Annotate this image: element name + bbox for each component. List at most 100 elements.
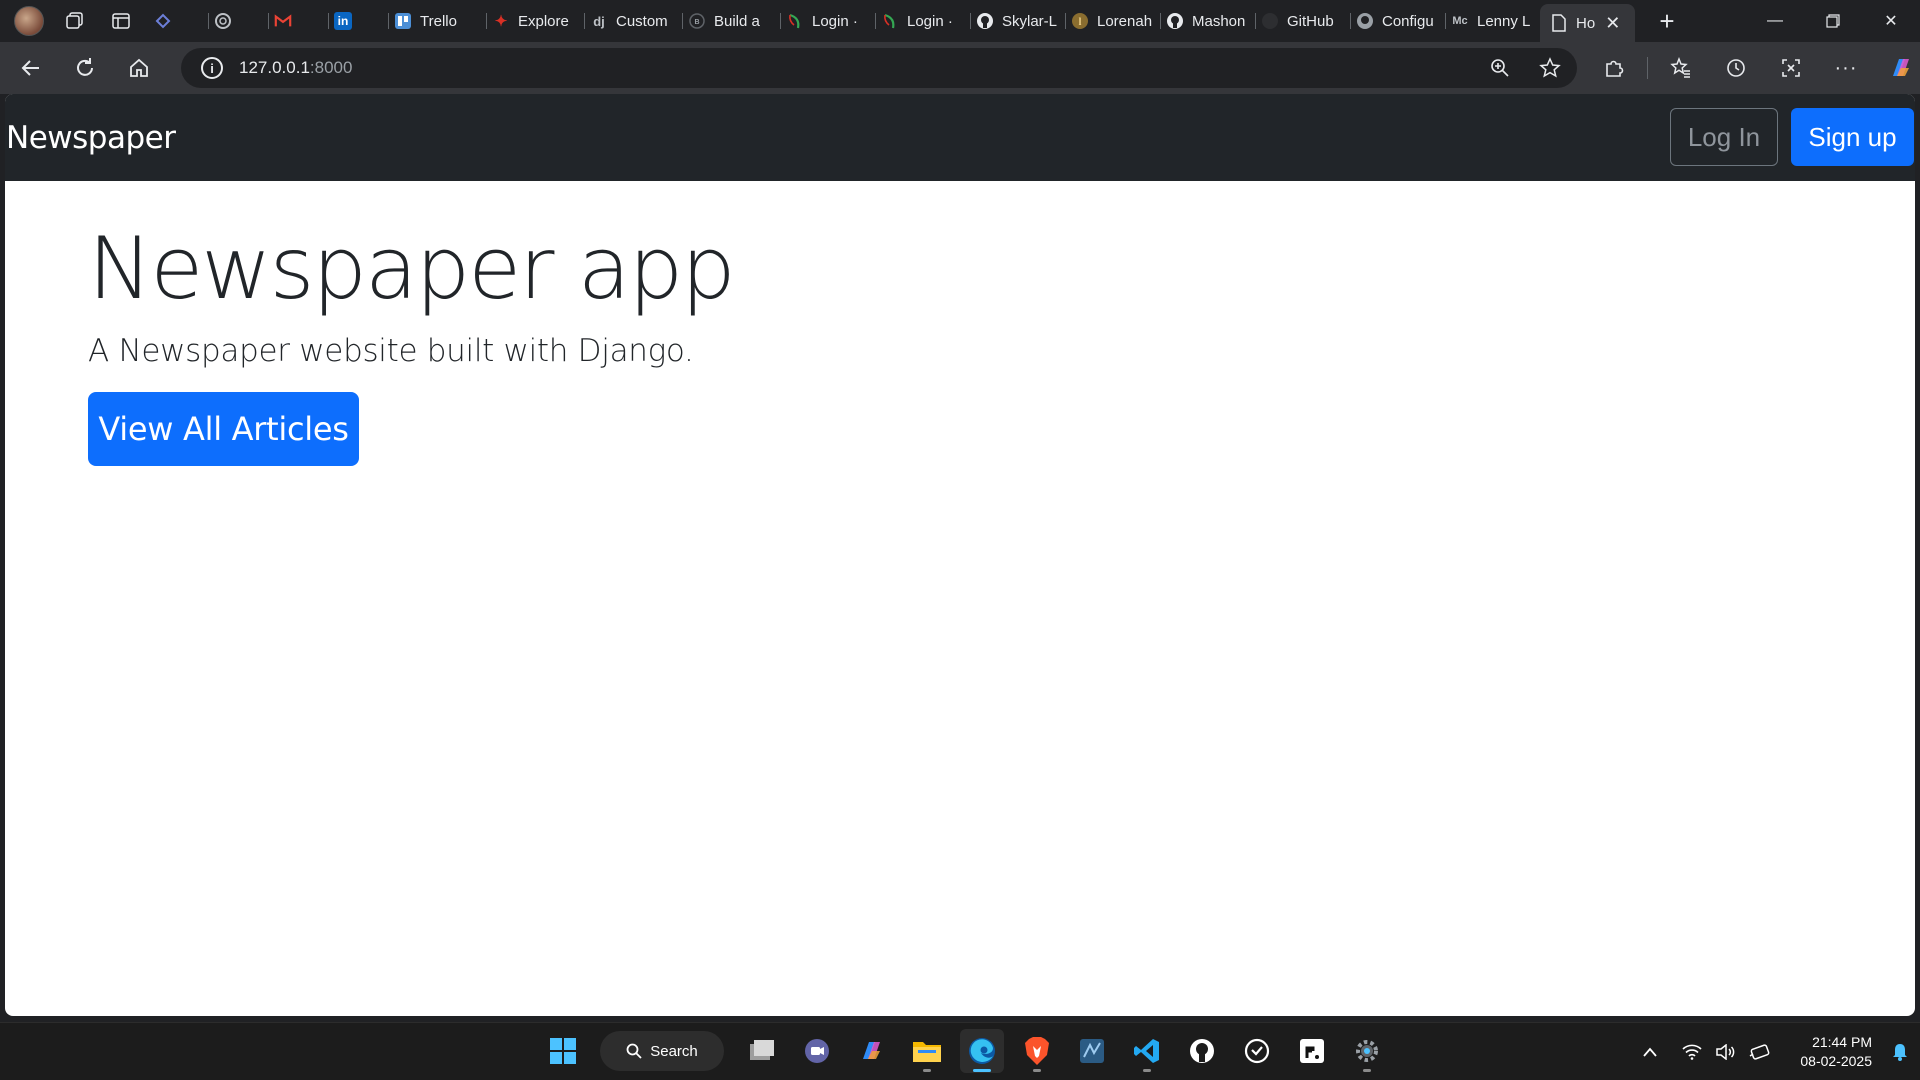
refresh-button[interactable] (62, 48, 108, 88)
edge-icon (969, 1038, 995, 1064)
chatgpt-icon (214, 12, 232, 30)
start-button[interactable] (541, 1029, 585, 1073)
address-bar[interactable]: i 127.0.0.1:8000 (181, 48, 1577, 88)
taskbar-search[interactable]: Search (600, 1031, 724, 1071)
tab-lenny[interactable]: Mc Lenny L (1445, 6, 1540, 36)
tab-linkedin[interactable]: in (328, 6, 388, 36)
restore-button[interactable] (1804, 0, 1862, 42)
url-host: 127.0.0.1 (239, 58, 310, 77)
close-icon: ✕ (1884, 13, 1898, 30)
github-desktop-button[interactable] (1180, 1029, 1224, 1073)
tab-chatgpt[interactable] (208, 6, 268, 36)
tab-gmail[interactable] (268, 6, 328, 36)
tab-home-active[interactable]: Ho ✕ (1540, 4, 1635, 42)
tab-lorenah[interactable]: l Lorenah (1065, 6, 1160, 36)
windows-logo-icon (550, 1038, 576, 1064)
history-icon (1727, 59, 1745, 77)
copilot-button[interactable] (1879, 48, 1920, 88)
clock-time: 21:44 PM (1812, 1034, 1872, 1050)
tab-perplexity[interactable] (148, 6, 208, 36)
wifi-icon (1682, 1044, 1702, 1060)
brave-button[interactable] (1015, 1029, 1059, 1073)
running-indicator (1033, 1069, 1041, 1072)
workspaces-icon (66, 12, 83, 29)
restore-icon (1826, 14, 1840, 28)
url-port: :8000 (309, 58, 353, 77)
zoom-icon[interactable] (1487, 56, 1513, 80)
vscode-button[interactable] (1125, 1029, 1169, 1073)
meet-icon (805, 1039, 829, 1063)
settings-button[interactable] (1345, 1029, 1389, 1073)
extensions-button[interactable] (1592, 48, 1636, 88)
screenshot-icon (1782, 59, 1800, 77)
site-info-icon[interactable]: i (201, 57, 223, 79)
login-button[interactable]: Log In (1670, 108, 1778, 166)
copilot-icon (863, 1042, 880, 1059)
maple-leaf-icon: ✦ (494, 13, 508, 30)
chevron-up-icon (1643, 1047, 1658, 1057)
show-hidden-icons-button[interactable] (1636, 1038, 1664, 1066)
copilot-app-button[interactable] (850, 1029, 894, 1073)
tab-skylar[interactable]: Skylar-L (970, 6, 1065, 36)
tab-trello[interactable]: Trello (388, 6, 486, 36)
site-brand-link[interactable]: Newspaper (6, 120, 176, 156)
refresh-icon (77, 58, 93, 76)
trello-icon (394, 12, 412, 30)
wifi-button[interactable] (1678, 1038, 1706, 1066)
battery-button[interactable] (1746, 1038, 1774, 1066)
teams-button[interactable] (795, 1029, 839, 1073)
home-button[interactable] (116, 48, 162, 88)
view-all-articles-button[interactable]: View All Articles (88, 392, 359, 466)
browser-toolbar: i 127.0.0.1:8000 ··· (0, 42, 1920, 94)
brave-lion-icon (1025, 1037, 1049, 1065)
notion-icon (1300, 1039, 1324, 1063)
tab-login-1[interactable]: Login · (780, 6, 875, 36)
signup-button[interactable]: Sign up (1791, 108, 1914, 166)
tab-actions-icon (112, 13, 130, 29)
back-button[interactable] (8, 48, 54, 88)
close-window-button[interactable]: ✕ (1862, 0, 1920, 42)
minimize-button[interactable]: — (1746, 0, 1804, 42)
task-view-button[interactable] (740, 1029, 784, 1073)
github-icon (1261, 12, 1279, 30)
more-dots-icon: ··· (1834, 56, 1858, 79)
file-explorer-button[interactable] (905, 1029, 949, 1073)
puzzle-icon (1606, 60, 1624, 77)
browser-tab-strip: in Trello ✦ Explore dj Custom B Build a … (0, 0, 1920, 42)
github-icon (1166, 12, 1184, 30)
github-icon (1356, 12, 1374, 30)
workspaces-button[interactable] (56, 4, 94, 38)
running-indicator (1363, 1069, 1371, 1072)
mysql-workbench-button[interactable] (1070, 1029, 1114, 1073)
github-icon (1190, 1039, 1214, 1063)
vertical-tabs-button[interactable] (102, 4, 140, 38)
copilot-icon (1893, 59, 1909, 76)
screenshot-button[interactable] (1769, 48, 1813, 88)
hero-lead: A Newspaper website built with Django. (88, 333, 694, 369)
running-indicator (1143, 1069, 1151, 1072)
profile-avatar[interactable] (10, 4, 48, 38)
notifications-button[interactable] (1886, 1038, 1914, 1066)
task-view-icon (750, 1040, 774, 1060)
home-icon (130, 58, 148, 77)
volume-button[interactable] (1712, 1038, 1740, 1066)
tab-login-2[interactable]: Login · (875, 6, 970, 36)
vscode-icon (1134, 1039, 1159, 1063)
tab-explore[interactable]: ✦ Explore (486, 6, 584, 36)
favorite-star-icon[interactable] (1537, 56, 1563, 80)
tab-configure[interactable]: Configu (1350, 6, 1445, 36)
favorites-button[interactable] (1659, 48, 1703, 88)
tab-custom[interactable]: dj Custom (584, 6, 682, 36)
avatar (14, 6, 44, 36)
todo-button[interactable] (1235, 1029, 1279, 1073)
history-button[interactable] (1714, 48, 1758, 88)
tab-github[interactable]: GitHub (1255, 6, 1350, 36)
notion-button[interactable] (1290, 1029, 1334, 1073)
new-tab-button[interactable]: + (1647, 4, 1687, 38)
system-clock[interactable]: 21:44 PM 08-02-2025 (1800, 1033, 1872, 1071)
tab-mashon[interactable]: Mashon (1160, 6, 1255, 36)
close-tab-icon[interactable]: ✕ (1605, 13, 1620, 34)
more-menu-button[interactable]: ··· (1824, 48, 1868, 88)
edge-button[interactable] (960, 1029, 1004, 1073)
tab-build[interactable]: B Build a (682, 6, 780, 36)
